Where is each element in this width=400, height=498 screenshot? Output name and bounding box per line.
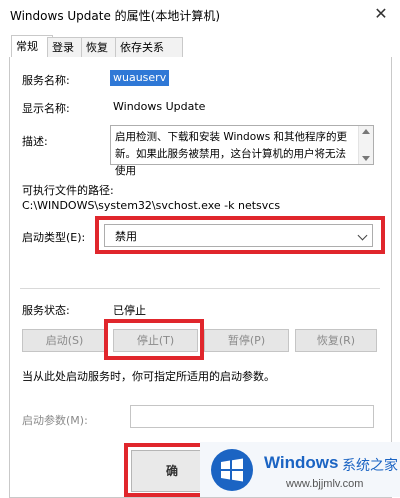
service-name-label: 服务名称: <box>22 74 70 87</box>
service-name-value[interactable]: wuauserv <box>110 70 170 86</box>
watermark: Windows 系统之家 www.bjjmlv.com <box>200 442 400 497</box>
display-name-value[interactable]: Windows Update <box>113 100 205 113</box>
startup-type-dropdown[interactable]: 禁用 <box>104 224 373 247</box>
title-bar[interactable]: Windows Update 的属性(本地计算机) ✕ <box>0 0 400 30</box>
resume-button[interactable]: 恢复(R) <box>295 329 377 352</box>
description-label: 描述: <box>22 135 48 148</box>
tab-dependencies[interactable]: 依存关系 <box>115 37 183 57</box>
startup-params-label: 启动参数(M): <box>22 414 88 427</box>
tab-panel-general <box>9 57 392 498</box>
scroll-down-icon[interactable] <box>362 156 370 161</box>
chevron-down-icon <box>357 230 368 241</box>
service-status-label: 服务状态: <box>22 304 70 317</box>
description-box[interactable]: 启用检测、下载和安装 Windows 和其他程序的更新。如果此服务被禁用，这台计… <box>110 125 374 177</box>
start-button[interactable]: 启动(S) <box>22 329 107 352</box>
watermark-brand: Windows <box>264 453 339 472</box>
stop-button[interactable]: 停止(T) <box>113 329 198 352</box>
divider <box>20 288 380 289</box>
watermark-site-name: 系统之家 <box>342 458 398 474</box>
service-status-value: 已停止 <box>113 304 146 317</box>
startup-type-label: 启动类型(E): <box>22 231 86 244</box>
description-scrollbar[interactable] <box>358 126 373 164</box>
executable-path-label: 可执行文件的路径: <box>22 184 114 197</box>
executable-path-value[interactable]: C:\WINDOWS\system32\svchost.exe -k netsv… <box>22 199 280 212</box>
tab-bar: 常规 登录 恢复 依存关系 <box>9 35 391 58</box>
description-text: 启用检测、下载和安装 Windows 和其他程序的更新。如果此服务被禁用，这台计… <box>115 131 348 177</box>
close-icon[interactable]: ✕ <box>370 3 392 25</box>
startup-type-value: 禁用 <box>115 230 137 243</box>
startup-params-input[interactable] <box>130 405 374 428</box>
window-title: Windows Update 的属性(本地计算机) <box>10 9 221 23</box>
startup-params-hint: 当从此处启动服务时，你可指定所适用的启动参数。 <box>22 370 275 383</box>
windows-logo-icon <box>211 449 253 491</box>
service-properties-window: Windows Update 的属性(本地计算机) ✕ 常规 登录 恢复 依存关… <box>0 0 400 498</box>
pause-button[interactable]: 暂停(P) <box>204 329 289 352</box>
watermark-url: www.bjjmlv.com <box>286 478 364 490</box>
scroll-up-icon[interactable] <box>362 129 370 134</box>
display-name-label: 显示名称: <box>22 102 70 115</box>
